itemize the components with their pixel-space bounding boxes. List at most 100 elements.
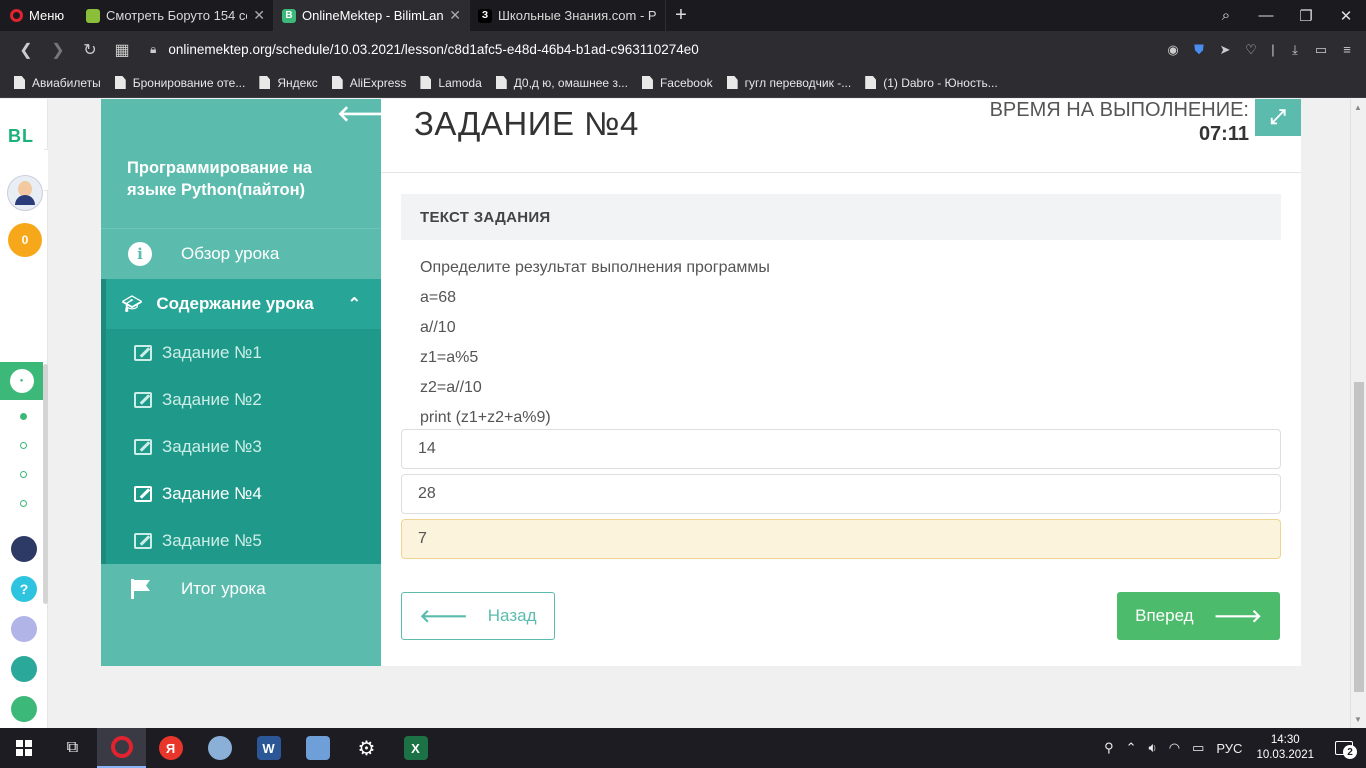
send-icon[interactable]: ➤ xyxy=(1214,42,1236,58)
bookmark[interactable]: Бронирование оте... xyxy=(114,76,245,90)
battery-icon[interactable]: ▭ xyxy=(1192,740,1204,756)
close-tab-icon[interactable]: ✕ xyxy=(449,7,461,24)
menu-lines-icon[interactable]: ≡ xyxy=(1336,42,1358,57)
smart-nation-icon[interactable] xyxy=(11,536,37,562)
bookmark-file-icon xyxy=(114,76,126,89)
bookmark-label: AliExpress xyxy=(349,75,407,90)
new-tab-button[interactable]: + xyxy=(666,4,696,27)
taskbar-paint[interactable] xyxy=(195,728,244,768)
bookmark[interactable]: гугл переводчик -... xyxy=(726,76,851,90)
back-nav-icon[interactable]: ❮ xyxy=(10,40,42,60)
opera-menu-button[interactable]: Меню xyxy=(0,0,78,31)
tab-znania[interactable]: З Школьные Знания.com - Р xyxy=(470,0,666,31)
back-button[interactable]: 🡐 Назад xyxy=(401,592,555,640)
scroll-up-icon[interactable]: ▲ xyxy=(1354,103,1362,112)
onlinemektep-app-icon[interactable]: ● xyxy=(0,362,43,400)
task-item-1[interactable]: Задание №1 xyxy=(106,329,381,376)
bookmark[interactable]: Lamoda xyxy=(420,76,482,90)
page-scrollbar[interactable]: ▲ ▼ xyxy=(1350,99,1366,728)
address-bar-icons: ◉ ⛊ ➤ ♡ | ⤓ ▭ ≡ xyxy=(1162,31,1358,68)
battery-icon[interactable]: ▭ xyxy=(1310,42,1332,58)
bookmarks-bar: Авиабилеты Бронирование оте... Яндекс Al… xyxy=(0,68,1366,98)
rail-dot[interactable] xyxy=(20,471,27,478)
taskbar-settings[interactable]: ⚙ xyxy=(342,728,391,768)
sidebar-item-result[interactable]: Итог урока xyxy=(101,564,381,614)
task-item-5[interactable]: Задание №5 xyxy=(106,517,381,564)
bookmark[interactable]: Д0,д ю, омашнее з... xyxy=(495,75,628,90)
taskbar-photos[interactable] xyxy=(293,728,342,768)
bookmark-label: Авиабилеты xyxy=(32,75,101,90)
rail-dot[interactable] xyxy=(20,500,27,507)
bookmark[interactable]: (1) Dabro - Юность... xyxy=(865,76,998,90)
back-button-label: Назад xyxy=(487,606,537,625)
tabs-grid-icon[interactable]: ▦ xyxy=(106,40,138,60)
rail-dot-active[interactable] xyxy=(20,413,27,420)
bookmark-file-icon xyxy=(259,76,271,89)
bookmark-label: Д0,д ю, омашнее з... xyxy=(513,75,628,90)
avatar[interactable] xyxy=(7,175,43,211)
tab-title: OnlineMektep - BilimLand xyxy=(302,8,444,23)
heart-icon[interactable]: ♡ xyxy=(1240,42,1262,58)
tab-boruto[interactable]: Смотреть Боруто 154 серия ✕ xyxy=(78,0,274,31)
app-rail: BL 0 ● ? xyxy=(0,99,48,728)
bookmark[interactable]: Авиабилеты xyxy=(14,76,101,90)
download-icon[interactable]: ⤓ xyxy=(1284,42,1306,58)
bookmark-file-icon xyxy=(865,76,877,89)
answer-option-1[interactable]: 14 xyxy=(401,429,1281,469)
help-icon[interactable]: ? xyxy=(11,576,37,602)
bookmark[interactable]: Facebook xyxy=(641,76,713,90)
reload-icon[interactable]: ↻ xyxy=(74,40,106,60)
answer-option-3[interactable]: 7 xyxy=(401,519,1281,559)
chevron-up-icon[interactable]: ⌃ xyxy=(1126,740,1137,756)
coins-badge[interactable]: 0 xyxy=(8,223,42,257)
language-indicator[interactable]: РУС xyxy=(1216,741,1242,756)
taskbar-excel[interactable]: X xyxy=(391,728,440,768)
url-field[interactable]: 🔒︎ onlinemektep.org/schedule/10.03.2021/… xyxy=(150,42,699,57)
tab-title: Школьные Знания.com - Р xyxy=(498,8,657,23)
close-tab-icon[interactable]: ✕ xyxy=(253,7,265,24)
sidebar-section-contents[interactable]: 🎓︎ Содержание урока ⌃ xyxy=(101,279,381,329)
task-view-button[interactable]: ⧉ xyxy=(48,728,97,768)
next-button[interactable]: Вперед 🡒 xyxy=(1117,592,1280,640)
task-item-3[interactable]: Задание №3 xyxy=(106,423,381,470)
start-button[interactable] xyxy=(0,728,48,768)
camera-icon[interactable]: ◉ xyxy=(1162,42,1184,58)
taskbar-opera[interactable] xyxy=(97,728,146,768)
bilimland-app-icon[interactable] xyxy=(11,696,37,722)
bookmark-file-icon xyxy=(331,76,343,89)
bilim-center-icon[interactable] xyxy=(11,656,37,682)
clock[interactable]: 14:30 10.03.2021 xyxy=(1256,733,1314,763)
timer-label: ВРЕМЯ НА ВЫПОЛНЕНИЕ: xyxy=(989,99,1249,121)
taskbar-word[interactable]: W xyxy=(244,728,293,768)
wifi-icon[interactable]: ◠ xyxy=(1169,740,1180,756)
bookmark-label: Яндекс xyxy=(277,75,318,90)
notifications-button[interactable]: 2 xyxy=(1322,728,1366,768)
people-icon[interactable]: ⚲ xyxy=(1104,740,1114,756)
shield-icon[interactable]: ⛊ xyxy=(1188,42,1210,58)
bl-logo[interactable]: BL xyxy=(8,126,34,147)
scroll-down-icon[interactable]: ▼ xyxy=(1354,715,1362,724)
fullscreen-icon[interactable]: ⤢ xyxy=(1255,99,1301,136)
restore-button[interactable]: ❐ xyxy=(1286,7,1326,25)
task-item-2[interactable]: Задание №2 xyxy=(106,376,381,423)
separator: | xyxy=(1271,42,1275,57)
scrollbar-thumb[interactable] xyxy=(1354,382,1364,692)
volume-icon[interactable]: 🔉︎ xyxy=(1149,740,1157,756)
answer-option-2[interactable]: 28 xyxy=(401,474,1281,514)
search-icon[interactable]: ⌕ xyxy=(1206,7,1246,24)
tab-onlinemektep[interactable]: B OnlineMektep - BilimLand ✕ xyxy=(274,0,470,31)
task-view-icon: ⧉ xyxy=(66,739,79,756)
menu-label: Меню xyxy=(29,8,65,23)
photos-icon xyxy=(305,736,330,760)
sidebar-item-overview[interactable]: i Обзор урока xyxy=(101,228,381,279)
page: 🡐 Программирование на языке Python(пайто… xyxy=(48,99,1350,728)
taskbar-yandex[interactable]: Я xyxy=(146,728,195,768)
keyboard-icon[interactable] xyxy=(11,616,37,642)
minimize-button[interactable]: — xyxy=(1246,7,1286,24)
bookmark[interactable]: AliExpress xyxy=(331,75,407,90)
bookmark[interactable]: Яндекс xyxy=(259,75,318,90)
close-window-button[interactable]: ✕ xyxy=(1326,7,1366,25)
task-item-4[interactable]: Задание №4 xyxy=(106,470,381,517)
forward-nav-icon[interactable]: ❯ xyxy=(42,40,74,60)
rail-dot[interactable] xyxy=(20,442,27,449)
